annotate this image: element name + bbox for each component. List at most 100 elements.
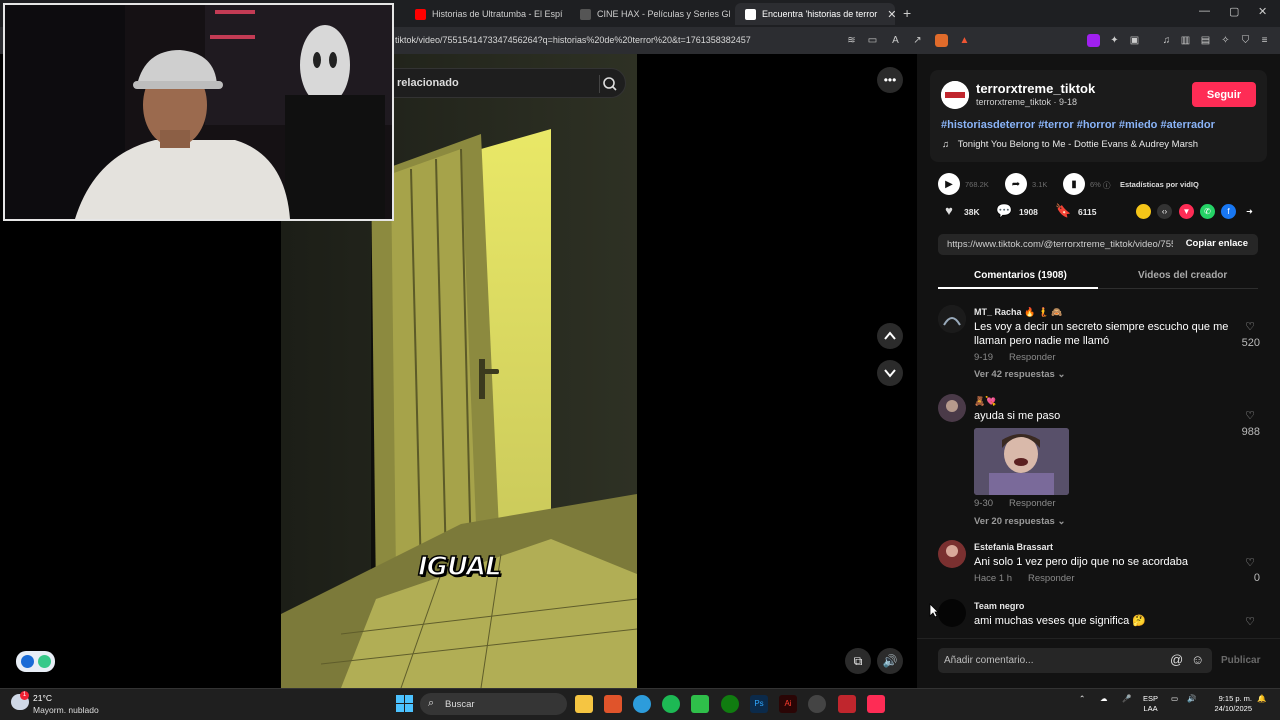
maximize-button[interactable]: ▢ xyxy=(1229,5,1239,18)
pip-button[interactable]: ⧉ xyxy=(845,648,871,674)
embed-icon[interactable]: ‹› xyxy=(1157,204,1172,219)
extensions-icon[interactable]: ✦ xyxy=(1108,34,1121,47)
close-window-button[interactable]: ✕ xyxy=(1258,5,1267,18)
like-heart-icon[interactable]: ♥ xyxy=(941,203,957,219)
screenshot-icon[interactable]: ▣ xyxy=(1128,34,1141,47)
clock[interactable]: 9:15 p. m. 24/10/2025 xyxy=(1207,694,1252,714)
publish-button[interactable]: Publicar xyxy=(1221,655,1260,666)
mention-icon[interactable]: @ xyxy=(1170,652,1183,667)
file-explorer-icon[interactable] xyxy=(575,695,593,713)
next-video-button[interactable] xyxy=(877,360,903,386)
comment-author[interactable]: Team negro xyxy=(974,601,1024,611)
notifications-icon[interactable]: 🔔 xyxy=(1257,694,1266,704)
comment-like-heart-icon[interactable]: ♡ xyxy=(1243,615,1257,628)
wallet-icon[interactable]: ▤ xyxy=(1199,34,1212,47)
phone-icon[interactable] xyxy=(691,695,709,713)
avatar-image xyxy=(938,540,966,568)
reader-icon[interactable]: ≋ xyxy=(845,34,858,47)
comment-author[interactable]: 🧸💘 xyxy=(974,396,996,407)
creator-avatar[interactable] xyxy=(941,81,969,109)
creator-username[interactable]: terrorxtreme_tiktok xyxy=(976,81,1095,96)
tiktok-app-icon[interactable] xyxy=(867,695,885,713)
spotify-icon[interactable] xyxy=(662,695,680,713)
more-options-button[interactable]: ••• xyxy=(877,67,903,93)
comment-like-heart-icon[interactable]: ♡ xyxy=(1243,556,1257,569)
leo-icon[interactable]: ✧ xyxy=(1219,34,1232,47)
avatar[interactable] xyxy=(938,599,966,627)
view-replies-button[interactable]: Ver 20 respuestas ⌄ xyxy=(974,516,1065,527)
search-icon xyxy=(603,77,617,91)
rewards-icon[interactable]: ▲ xyxy=(958,34,971,47)
windows-start-icon[interactable] xyxy=(396,695,413,712)
floating-widget[interactable] xyxy=(16,651,55,672)
post-music[interactable]: ♫ Tonight You Belong to Me - Dottie Evan… xyxy=(942,139,1198,150)
plays-count: 768.2K xyxy=(965,180,989,189)
reply-button[interactable]: Responder xyxy=(1028,573,1074,584)
language-indicator[interactable]: ESP LAA xyxy=(1143,694,1158,714)
tab-creator-videos[interactable]: Videos del creador xyxy=(1138,270,1227,281)
xbox-icon[interactable] xyxy=(721,695,739,713)
speaker-icon[interactable]: 🔊 xyxy=(1187,694,1196,704)
brave-icon[interactable] xyxy=(604,695,622,713)
comment-date: 9-30 xyxy=(974,498,994,509)
whatsapp-icon[interactable]: ✆ xyxy=(1200,204,1215,219)
reply-button[interactable]: Responder xyxy=(1009,498,1055,509)
bookmark-icon[interactable]: 🔖 xyxy=(1055,203,1071,219)
cast-icon[interactable]: ▭ xyxy=(866,34,879,47)
comment-author[interactable]: MT_ Racha 🔥 🧜 🙈 xyxy=(974,307,1063,318)
translate-icon[interactable]: A xyxy=(889,34,902,47)
tab-comments[interactable]: Comentarios (1908) xyxy=(974,270,1067,281)
volume-button[interactable]: 🔊 xyxy=(877,648,903,674)
post-hashtags[interactable]: #historiasdeterror #terror #horror #mied… xyxy=(941,119,1215,131)
onedrive-icon[interactable]: ☁ xyxy=(1100,694,1108,704)
facebook-icon[interactable]: f xyxy=(1221,204,1236,219)
illustrator-icon[interactable]: Ai xyxy=(779,695,797,713)
view-replies-button[interactable]: Ver 42 respuestas ⌄ xyxy=(974,369,1065,380)
follow-button[interactable]: Seguir xyxy=(1192,82,1256,107)
media-icon[interactable]: ♫ xyxy=(1160,34,1173,47)
url-input[interactable]: tiktok/video/7551541473347456264?q=histo… xyxy=(395,35,751,45)
search-input[interactable]: relacionado xyxy=(397,77,459,89)
avatar[interactable] xyxy=(938,394,966,422)
vidiq-stats-label[interactable]: Estadísticas por vidIQ xyxy=(1120,180,1199,189)
taskbar-search[interactable]: ⌕ Buscar xyxy=(420,693,567,715)
copy-link-button[interactable]: Copiar enlace xyxy=(1186,238,1248,249)
minimize-button[interactable]: — xyxy=(1199,5,1210,17)
comment-bubble-icon[interactable]: 💬 xyxy=(996,203,1012,219)
new-tab-button[interactable]: + xyxy=(903,5,911,21)
search-button[interactable] xyxy=(599,75,617,93)
previous-video-button[interactable] xyxy=(877,323,903,349)
more-share-icon[interactable]: ➜ xyxy=(1242,204,1257,219)
tab-historias[interactable]: Historias de Ultratumba - El Espíritu xyxy=(405,3,563,25)
download-icon[interactable] xyxy=(1087,34,1100,47)
sidebar-icon[interactable]: ▥ xyxy=(1179,34,1192,47)
emoji-icon[interactable]: ☺ xyxy=(1191,652,1204,667)
tab-tiktok[interactable]: Encuentra 'historias de terror ✕ xyxy=(735,3,895,25)
comment-gif[interactable] xyxy=(974,428,1069,495)
comment-input[interactable]: Añadir comentario... @ ☺ xyxy=(938,648,1212,673)
share-icon[interactable]: ↗ xyxy=(911,34,924,47)
avatar[interactable] xyxy=(938,305,966,333)
comment-like-heart-icon[interactable]: ♡ xyxy=(1243,409,1257,422)
avatar[interactable] xyxy=(938,540,966,568)
comment-like-heart-icon[interactable]: ♡ xyxy=(1243,320,1257,333)
photoshop-icon[interactable]: Ps xyxy=(750,695,768,713)
menu-icon[interactable]: ≡ xyxy=(1258,34,1271,47)
tray-overflow-icon[interactable]: ⌃ xyxy=(1079,694,1085,704)
xmind-icon[interactable] xyxy=(838,695,856,713)
settings-icon[interactable] xyxy=(808,695,826,713)
comment-author[interactable]: Estefania Brassart xyxy=(974,542,1053,552)
coin-share-icon[interactable] xyxy=(1136,204,1151,219)
edge-icon[interactable] xyxy=(633,695,651,713)
search-bar[interactable]: relacionado xyxy=(380,68,626,98)
vpn-icon[interactable]: ⛉ xyxy=(1239,34,1252,47)
comments-tabs: Comentarios (1908) Videos del creador xyxy=(938,264,1258,289)
microphone-icon[interactable]: 🎤 xyxy=(1122,694,1131,704)
send-icon[interactable]: ▼ xyxy=(1179,204,1194,219)
close-tab-icon[interactable]: ✕ xyxy=(887,8,895,21)
network-icon[interactable]: ▭ xyxy=(1171,694,1178,704)
reply-button[interactable]: Responder xyxy=(1009,352,1055,363)
brave-shield-icon[interactable] xyxy=(935,34,948,47)
tab-cinehax[interactable]: CINE HAX - Películas y Series GRATIS xyxy=(570,3,730,25)
video-link[interactable]: https://www.tiktok.com/@terrorxtreme_tik… xyxy=(947,239,1173,250)
